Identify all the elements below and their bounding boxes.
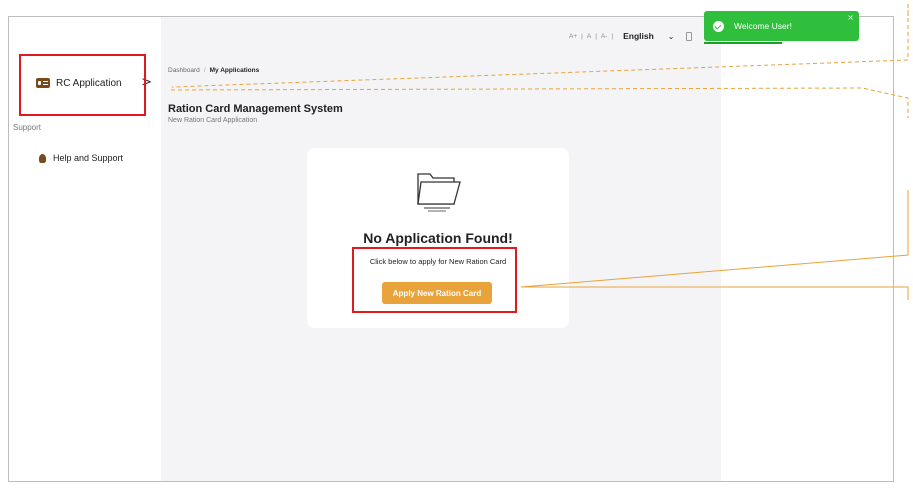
- topbar-separator: |: [581, 32, 583, 40]
- topbar-separator: |: [595, 32, 597, 40]
- app-window: RC Application > Support Help and Suppor…: [8, 16, 894, 482]
- sidebar: RC Application > Support Help and Suppor…: [9, 17, 161, 481]
- font-normal-button[interactable]: A: [587, 33, 591, 40]
- breadcrumb-dashboard-link[interactable]: Dashboard: [168, 67, 200, 74]
- welcome-toast: Welcome User! ×: [704, 11, 859, 44]
- breadcrumb-separator: /: [203, 67, 206, 74]
- font-increase-button[interactable]: A+: [569, 33, 577, 40]
- font-decrease-button[interactable]: A-: [601, 33, 608, 40]
- sidebar-section-support: Support: [13, 123, 42, 132]
- close-icon[interactable]: ×: [847, 13, 854, 22]
- empty-folder-icon: [417, 173, 461, 212]
- sidebar-item-label: Help and Support: [53, 153, 124, 163]
- sidebar-item-help-and-support[interactable]: Help and Support: [39, 153, 123, 163]
- empty-state-title: No Application Found!: [363, 230, 513, 246]
- breadcrumb: Dashboard / My Applications: [168, 67, 259, 74]
- lightbulb-icon: [39, 153, 46, 163]
- breadcrumb-current: My Applications: [209, 67, 260, 74]
- id-card-icon: [36, 78, 50, 88]
- sidebar-item-label: RC Application: [56, 77, 122, 89]
- empty-state-card: No Application Found! Click below to app…: [307, 148, 569, 328]
- page-subtitle: New Ration Card Application: [168, 117, 258, 124]
- empty-state-hint: Click below to apply for New Ration Card: [369, 257, 507, 266]
- topbar-separator: |: [611, 32, 614, 40]
- toast-progress-bar: [704, 42, 782, 44]
- chevron-right-icon[interactable]: >: [141, 75, 152, 90]
- page-title: Ration Card Management System: [168, 103, 343, 115]
- language-select[interactable]: English: [623, 31, 654, 41]
- sidebar-item-rc-application[interactable]: RC Application >: [36, 73, 154, 93]
- chevron-down-icon[interactable]: ⌄: [668, 32, 675, 41]
- apply-new-ration-card-button[interactable]: Apply New Ration Card: [382, 282, 492, 304]
- check-circle-icon: [713, 20, 724, 32]
- toast-message: Welcome User!: [734, 21, 792, 31]
- document-icon[interactable]: [685, 31, 692, 41]
- main-content: Dashboard / My Applications Ration Card …: [161, 17, 721, 481]
- topbar-controls: A+ | A | A- | English ⌄: [569, 31, 692, 41]
